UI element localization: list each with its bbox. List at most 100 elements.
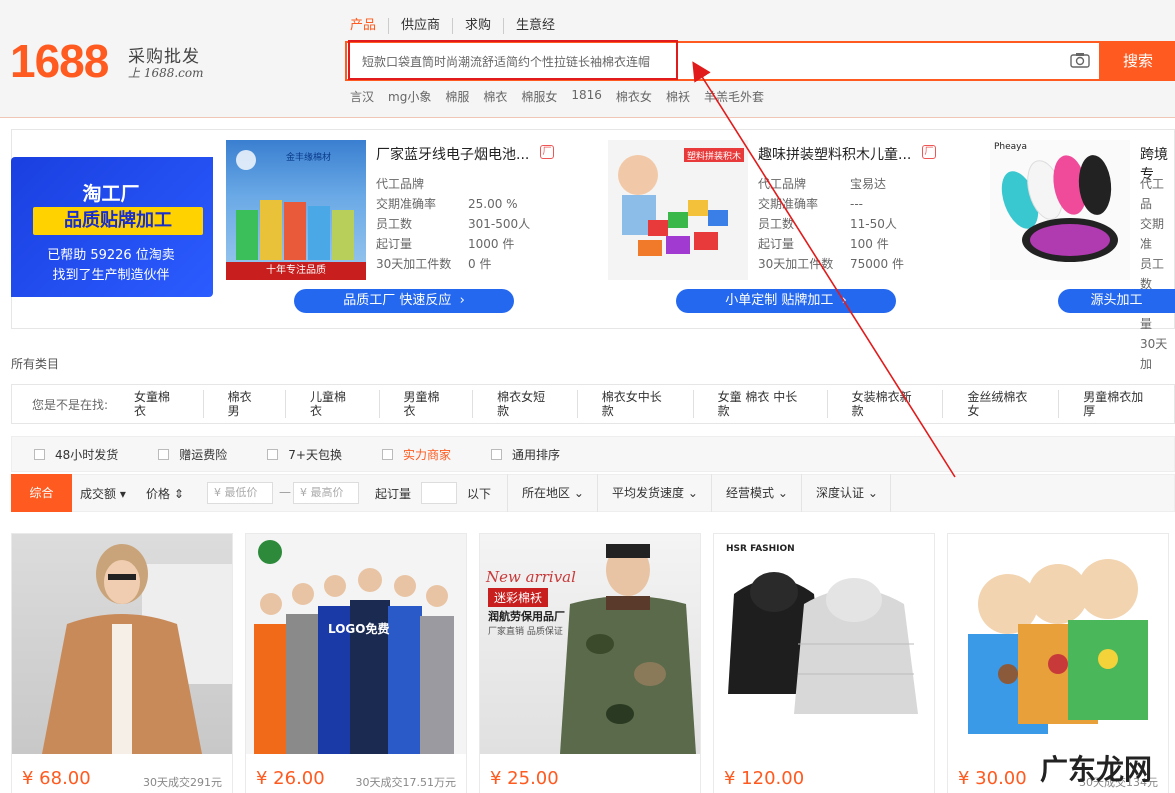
factory-badge: 厂 <box>540 145 554 159</box>
hair-brushes-image <box>1001 155 1118 262</box>
product-price: ¥ 30.00 <box>958 768 1027 789</box>
taogongchang-banner[interactable]: 淘工厂 品质贴牌加工 已帮助 59226 位淘卖 找到了生产制造伙伴 <box>11 157 213 297</box>
product-price: ¥ 68.00 <box>22 768 91 789</box>
suggestion-item[interactable]: 男童棉衣加厚 <box>1058 390 1174 418</box>
banner-title: 淘工厂 <box>82 183 140 205</box>
teddy-coat-image <box>42 544 232 754</box>
watermark: 广东龙网 <box>1040 753 1153 786</box>
product-image[interactable]: HSR FASHION <box>714 534 934 754</box>
factory-image-wires[interactable]: 十年专注品质 金丰缘棉材 <box>226 140 366 280</box>
checkbox[interactable] <box>382 448 393 460</box>
moq-input[interactable] <box>421 482 457 504</box>
suggestion-item[interactable]: 女童棉衣 <box>134 390 203 418</box>
product-image[interactable] <box>948 534 1168 754</box>
region-dropdown[interactable]: 所在地区 ⌄ <box>507 474 597 512</box>
image-brand-text: Pheaya <box>994 142 1028 152</box>
max-price-input[interactable]: ¥ 最高价 <box>293 482 359 504</box>
factory-image-brushes[interactable]: Pheaya <box>990 140 1130 280</box>
factory-pill-button[interactable]: 小单定制 贴牌加工 › <box>676 289 896 313</box>
suggestion-item[interactable]: 儿童棉衣 <box>285 390 379 418</box>
product-price: ¥ 120.00 <box>724 768 805 789</box>
hot-word[interactable]: 棉衣女 <box>616 88 652 105</box>
filter-freight-insurance[interactable]: 赠运费险 <box>158 446 227 463</box>
product-image[interactable] <box>12 534 232 754</box>
logo-number[interactable]: 1688 <box>10 34 109 88</box>
suggestion-item[interactable]: 女装棉衣新款 <box>826 390 943 418</box>
checkbox[interactable] <box>491 448 503 460</box>
image-top-text: 塑料拼装积木 <box>686 152 741 162</box>
product-card[interactable]: HSR FASHION ¥ 120.00 <box>713 533 935 793</box>
product-card[interactable]: ¥ 68.00 30天成交291元 <box>11 533 233 793</box>
hot-word[interactable]: 1816 <box>571 88 602 105</box>
suggestion-bar: 您是不是在找: 女童棉衣 棉衣男 儿童棉衣 男童棉衣 棉衣女短款 棉衣女中长款 … <box>11 384 1175 424</box>
hot-word[interactable]: 羊羔毛外套 <box>704 88 764 105</box>
tab-business-tips[interactable]: 生意经 <box>503 18 567 34</box>
factory-title[interactable]: 厂家蓝牙线电子烟电池... <box>376 144 529 164</box>
image-overlay-text: 迷彩棉袄 <box>488 588 549 607</box>
tab-buy-request[interactable]: 求购 <box>452 18 503 34</box>
checkbox[interactable] <box>267 448 279 460</box>
moq-below-label: 以下 <box>467 487 492 501</box>
factory-pill-button[interactable]: 品质工厂 快速反应 › <box>294 289 514 313</box>
suggestion-item[interactable]: 棉衣女短款 <box>472 390 577 418</box>
camera-icon[interactable] <box>1070 52 1090 68</box>
factory-meta: 代工品牌 宝易达 交期准确率 --- 员工数 11-50人 起订量 100 件 30天加… <box>758 177 904 271</box>
tab-supplier[interactable]: 供应商 <box>388 18 452 34</box>
image-overlay-text: 厂家直销 品质保证 <box>488 627 563 637</box>
image-overlay-text: 润航劳保用品厂 <box>488 610 565 623</box>
product-price: ¥ 25.00 <box>490 768 559 789</box>
product-sold: 30天成交17.51万元 <box>355 776 457 789</box>
search-tabs: 产品 供应商 求购 生意经 <box>350 18 567 34</box>
product-image[interactable]: New arrival 迷彩棉袄 润航劳保用品厂 厂家直销 品质保证 <box>480 534 700 754</box>
product-image[interactable]: LOGO免费 <box>246 534 466 754</box>
factory-meta: 代工品 交期准 员工数 起订量 30天加 <box>1140 177 1168 371</box>
filter-strong-merchant[interactable]: 实力商家 <box>382 446 451 463</box>
search-button[interactable]: 搜索 <box>1101 41 1175 81</box>
hot-word[interactable]: 棉衣 <box>483 88 507 105</box>
banner-stat: 已帮助 59226 位淘卖 <box>47 248 175 263</box>
filter-48h[interactable]: 48小时发货 <box>34 446 118 463</box>
sort-volume-button[interactable]: 成交额 ▾ <box>80 485 126 502</box>
product-price: ¥ 26.00 <box>256 768 325 789</box>
certification-dropdown[interactable]: 深度认证 ⌄ <box>801 474 891 512</box>
sort-price-button[interactable]: 价格 ⇕ <box>146 485 184 502</box>
hot-word[interactable]: 棉服女 <box>521 88 557 105</box>
image-strip-text: 十年专注品质 <box>266 265 326 276</box>
factory-title[interactable]: 趣味拼装塑料积木儿童... <box>758 144 911 164</box>
suggestion-item[interactable]: 男童棉衣 <box>378 390 473 418</box>
delivery-speed-dropdown[interactable]: 平均发货速度 ⌄ <box>597 474 711 512</box>
sort-all-button[interactable]: 综合 <box>11 474 72 512</box>
factory-meta: 代工品牌 交期准确率 25.00 % 员工数 301-500人 起订量 1000 件 … <box>376 177 531 271</box>
image-brand-text: 金丰缘棉材 <box>286 153 332 163</box>
hot-word[interactable]: mg小象 <box>388 88 431 105</box>
all-categories[interactable]: 所有类目 <box>11 355 59 372</box>
factory-image-blocks[interactable]: 塑料拼装积木 <box>608 140 748 280</box>
hot-word[interactable]: 棉服 <box>445 88 469 105</box>
tab-product[interactable]: 产品 <box>350 18 388 34</box>
logo-url: 上 1688.com <box>128 66 204 80</box>
banner-subtitle: 品质贴牌加工 <box>33 207 203 235</box>
image-brand-text: HSR FASHION <box>726 544 795 554</box>
image-overlay-text: LOGO免费 <box>328 622 390 636</box>
product-card[interactable]: LOGO免费 ¥ 26.00 30天成交17.51万元 <box>245 533 467 793</box>
factory-badge: 厂 <box>922 145 936 159</box>
suggestion-item[interactable]: 金丝绒棉衣女 <box>942 390 1058 418</box>
filter-checkbox-row: 48小时发货 赠运费险 7+天包换 实力商家 通用排序 <box>11 436 1175 472</box>
filter-general-sort[interactable]: 通用排序 <box>491 446 560 463</box>
hot-word[interactable]: 言汉 <box>350 88 374 105</box>
price-dash: — <box>279 485 291 499</box>
down-jackets-image <box>728 572 918 714</box>
checkbox[interactable] <box>34 448 45 460</box>
filter-7day-exchange[interactable]: 7+天包换 <box>267 446 342 463</box>
min-price-input[interactable]: ¥ 最低价 <box>207 482 273 504</box>
checkbox[interactable] <box>158 448 170 460</box>
suggestion-item[interactable]: 棉衣男 <box>202 390 285 418</box>
hot-word[interactable]: 棉袄 <box>666 88 690 105</box>
suggestion-item[interactable]: 棉衣女中长款 <box>576 390 693 418</box>
business-mode-dropdown[interactable]: 经营模式 ⌄ <box>711 474 801 512</box>
suggestion-item[interactable]: 女童 棉衣 中长款 <box>692 390 827 418</box>
banner-desc: 找到了生产制造伙伴 <box>52 268 170 283</box>
moq-label: 起订量 <box>375 487 412 501</box>
product-card[interactable]: New arrival 迷彩棉袄 润航劳保用品厂 厂家直销 品质保证 ¥ 25.… <box>479 533 701 793</box>
factory-pill-button[interactable]: 源头加工 <box>1058 289 1175 313</box>
